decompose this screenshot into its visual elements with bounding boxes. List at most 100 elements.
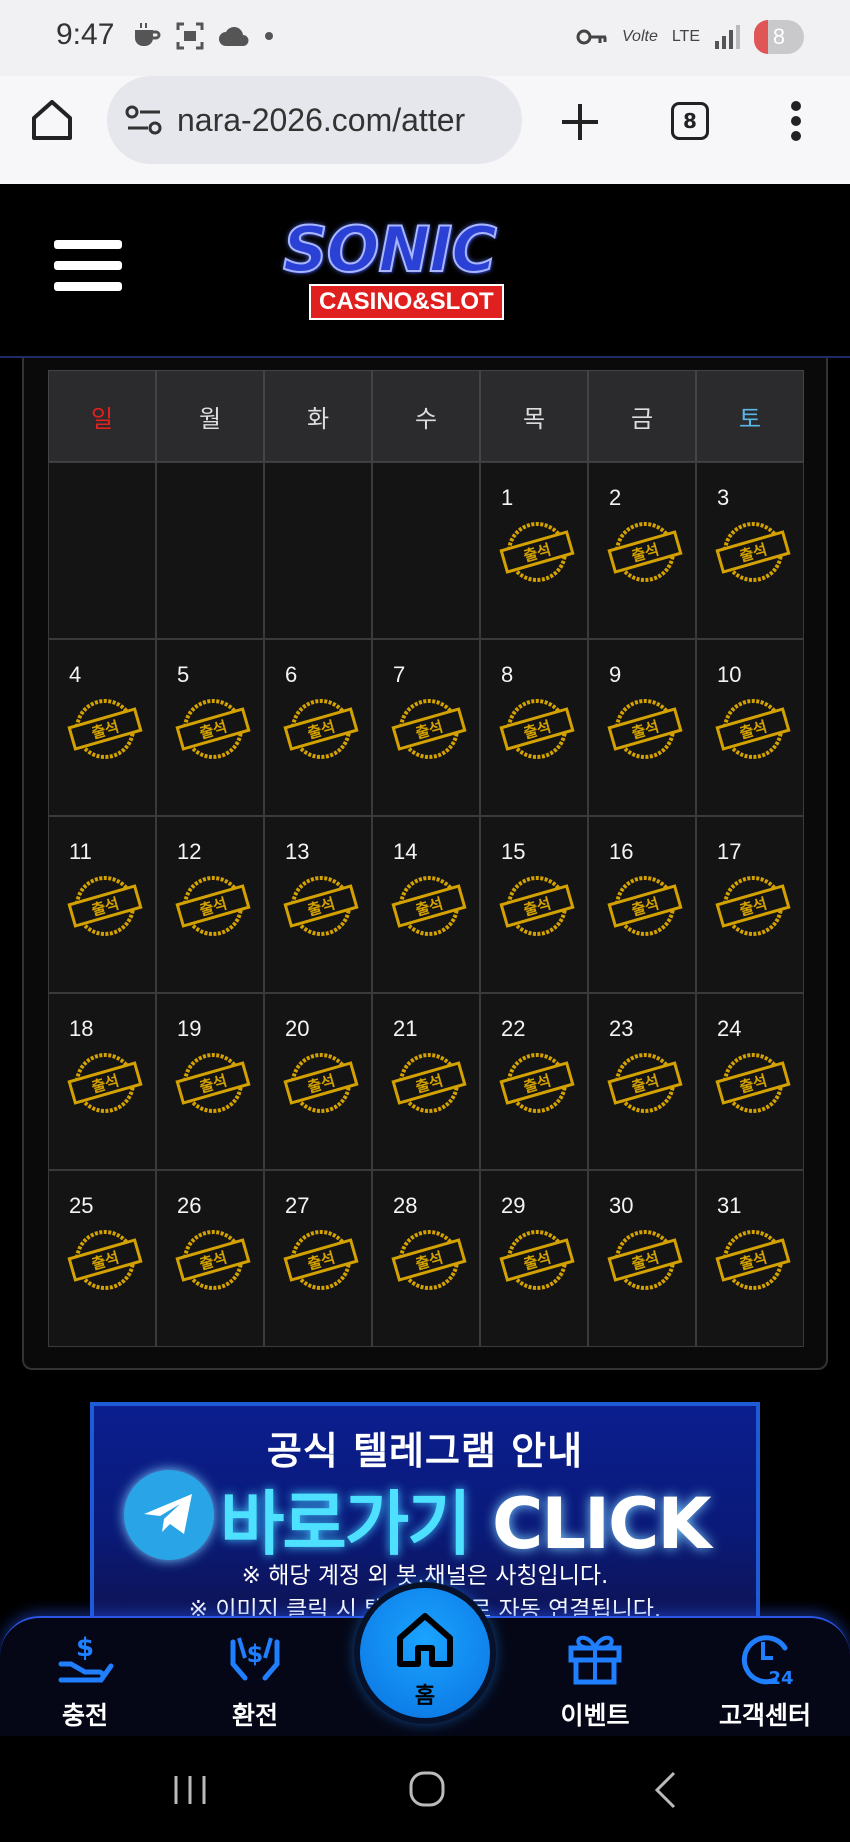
calendar-weekday-header: 일월화수목금토	[48, 370, 804, 462]
attendance-stamp-icon: 출석	[499, 1230, 575, 1290]
nav-exchange[interactable]: $ 환전	[190, 1628, 320, 1732]
attendance-stamp-icon: 출석	[175, 876, 251, 936]
calendar-day-cell: 13 출석	[264, 816, 372, 993]
calendar-day-cell: 8 출석	[480, 639, 588, 816]
attendance-stamp-icon: 출석	[499, 876, 575, 936]
calendar-day-cell: 27 출석	[264, 1170, 372, 1347]
attendance-stamp-icon: 출석	[499, 1053, 575, 1113]
calendar-day-cell: 2 출석	[588, 462, 696, 639]
tab-switcher-button[interactable]: 8	[671, 102, 709, 140]
calendar-day-number: 7	[393, 662, 406, 687]
site-logo[interactable]: SONIC CASINO&SLOT	[282, 217, 573, 328]
calendar-day-cell: 17 출석	[696, 816, 804, 993]
home-icon[interactable]	[30, 98, 74, 142]
attendance-stamp-icon: 출석	[715, 522, 791, 582]
calendar-day-cell: 23 출석	[588, 993, 696, 1170]
browser-toolbar: nara-2026.com/atter 8	[0, 76, 850, 184]
calendar-day-number: 5	[177, 662, 190, 687]
nav-home-button[interactable]: 홈	[360, 1588, 490, 1718]
key-icon	[576, 29, 607, 45]
nav-exchange-label: 환전	[231, 1701, 278, 1730]
calendar-day-cell: 24 출석	[696, 993, 804, 1170]
attendance-stamp-icon: 출석	[67, 1230, 143, 1290]
attendance-stamp-icon: 출석	[175, 1053, 251, 1113]
calendar-day-cell: 19 출석	[156, 993, 264, 1170]
calendar-day-number: 8	[501, 662, 514, 687]
attendance-stamp-icon: 출석	[607, 1230, 683, 1290]
hamburger-menu-icon[interactable]	[54, 240, 122, 300]
charge-icon: $	[58, 1633, 114, 1683]
calendar-day-cell: 11 출석	[48, 816, 156, 993]
logo-subtitle: CASINO&SLOT	[309, 284, 504, 320]
calendar-day-cell: 5 출석	[156, 639, 264, 816]
gift-icon	[568, 1635, 622, 1685]
calendar-day-number: 3	[717, 485, 730, 510]
nav-home-label: 홈	[414, 1684, 436, 1709]
attendance-stamp-icon: 출석	[283, 876, 359, 936]
calendar-day-cell: 31 출석	[696, 1170, 804, 1347]
attendance-stamp-icon: 출석	[283, 699, 359, 759]
attendance-stamp-icon: 출석	[715, 1230, 791, 1290]
weekday-header-1: 월	[156, 370, 264, 462]
calendar-days-grid: 1 출석 2 출석 3 출석 4 출석 5 출석 6 출석 7 출석 8 출석 9 출석 10 출석 11 출석 12 출석 1…	[48, 462, 804, 1347]
calendar-day-cell: 20 출석	[264, 993, 372, 1170]
calendar-day-number: 12	[177, 839, 202, 864]
calendar-day-cell: 4 출석	[48, 639, 156, 816]
recent-apps-icon[interactable]	[172, 1774, 208, 1806]
calendar-day-number: 16	[609, 839, 634, 864]
new-tab-icon[interactable]	[560, 102, 600, 142]
calendar-empty-cell	[264, 462, 372, 639]
nav-support-label: 고객센터	[718, 1701, 811, 1730]
back-icon[interactable]	[652, 1770, 678, 1810]
screenshot-icon	[176, 22, 204, 50]
attendance-stamp-icon: 출석	[607, 522, 683, 582]
attendance-stamp-icon: 출석	[283, 1230, 359, 1290]
calendar-day-cell: 9 출석	[588, 639, 696, 816]
calendar-day-number: 20	[285, 1016, 310, 1041]
calendar-day-number: 24	[717, 1016, 742, 1041]
calendar-day-cell: 26 출석	[156, 1170, 264, 1347]
weekday-header-4: 목	[480, 370, 588, 462]
calendar-day-number: 19	[177, 1016, 202, 1041]
calendar-day-number: 27	[285, 1193, 310, 1218]
calendar-empty-cell	[372, 462, 480, 639]
calendar-day-cell: 6 출석	[264, 639, 372, 816]
attendance-stamp-icon: 출석	[67, 1053, 143, 1113]
svg-text:$: $	[247, 1640, 264, 1668]
calendar-day-cell: 22 출석	[480, 993, 588, 1170]
calendar-day-number: 2	[609, 485, 622, 510]
nav-support[interactable]: 24 고객센터	[700, 1628, 830, 1732]
calendar-day-number: 9	[609, 662, 622, 687]
calendar-day-cell: 25 출석	[48, 1170, 156, 1347]
status-time: 9:47	[56, 18, 115, 51]
system-home-icon[interactable]	[408, 1770, 446, 1808]
site-settings-icon[interactable]	[125, 104, 163, 136]
attendance-calendar-panel: 일월화수목금토 1 출석 2 출석 3 출석 4 출석 5 출석 6 출석 7 출석 8 출석 9 출석 10 출석 1…	[22, 358, 828, 1370]
svg-text:$: $	[76, 1633, 94, 1663]
calendar-day-number: 17	[717, 839, 742, 864]
support-24h-icon: 24	[741, 1635, 794, 1689]
calendar-day-number: 28	[393, 1193, 418, 1218]
telegram-banner-title: 공식 텔레그램 안내	[266, 1429, 584, 1473]
calendar-day-cell: 18 출석	[48, 993, 156, 1170]
nav-charge[interactable]: $ 충전	[20, 1628, 150, 1732]
url-text: nara-2026.com/atter	[177, 101, 466, 138]
calendar-day-cell: 3 출석	[696, 462, 804, 639]
more-options-icon[interactable]	[790, 100, 802, 142]
attendance-stamp-icon: 출석	[175, 1230, 251, 1290]
calendar-day-number: 10	[717, 662, 742, 687]
calendar-empty-cell	[48, 462, 156, 639]
weekday-header-3: 수	[372, 370, 480, 462]
calendar-day-cell: 28 출석	[372, 1170, 480, 1347]
telegram-cta-click: CLICK	[491, 1483, 712, 1565]
address-bar[interactable]: nara-2026.com/atter	[107, 76, 522, 164]
weekday-header-5: 금	[588, 370, 696, 462]
nav-event[interactable]: 이벤트	[530, 1628, 660, 1732]
calendar-day-cell: 16 출석	[588, 816, 696, 993]
attendance-stamp-icon: 출석	[67, 699, 143, 759]
calendar-day-cell: 7 출석	[372, 639, 480, 816]
weekday-header-6: 토	[696, 370, 804, 462]
attendance-stamp-icon: 출석	[715, 699, 791, 759]
calendar-day-cell: 12 출석	[156, 816, 264, 993]
coffee-icon	[135, 23, 161, 46]
